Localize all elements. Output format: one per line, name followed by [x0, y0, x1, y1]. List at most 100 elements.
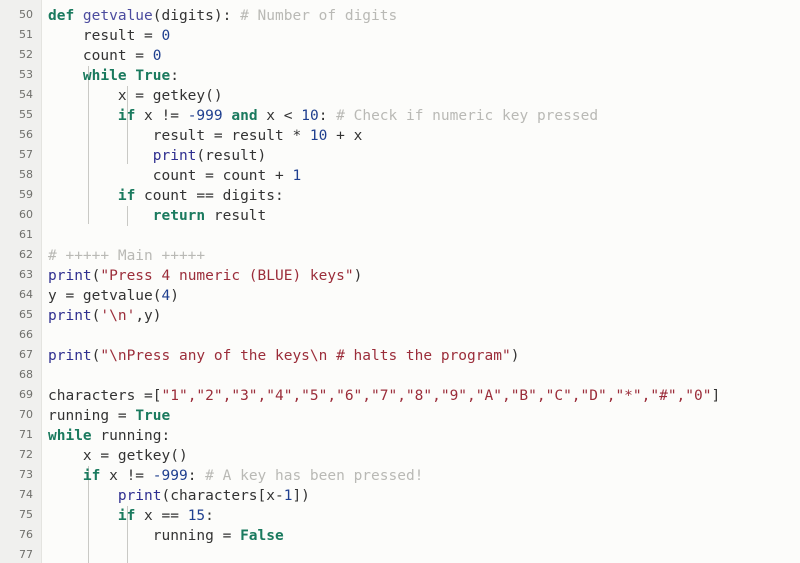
keyword-token: while	[82, 68, 127, 84]
line-content: def getvalue(digits): # Number of digits	[48, 6, 397, 26]
number-token: 10	[301, 108, 319, 124]
keyword-token: if	[82, 468, 101, 484]
line-content: if x != -999 and x < 10: # Check if nume…	[48, 106, 598, 126]
line-content: while True:	[48, 66, 179, 86]
bracket-token: ]	[711, 388, 721, 404]
plain-token: x <	[257, 108, 302, 124]
comment-token: # A key has been pressed!	[205, 468, 424, 484]
line-content: x = getkey()	[48, 446, 188, 466]
plain-token: running:	[91, 428, 171, 444]
comment-token: # Check if numeric key pressed	[336, 108, 599, 124]
plain-token: + x	[327, 128, 363, 144]
number-token: 10	[309, 128, 328, 144]
code-line[interactable]: 64 print("Press 4 numeric (BLUE) keys")	[0, 266, 800, 301]
code-line[interactable]: 61 return result	[0, 206, 800, 241]
line-content: print(result)	[48, 146, 267, 166]
code-editor[interactable]: 50 51 def getvalue(digits): # Number of …	[0, 0, 800, 563]
line-content: x = getkey()	[48, 86, 223, 106]
paren-token: )	[510, 348, 520, 364]
line-content: print("Press 4 numeric (BLUE) keys")	[48, 266, 362, 286]
plain-token: result	[205, 208, 267, 224]
string-token: "\nPress any of the keys\n # halts the p…	[100, 348, 511, 364]
indent-token	[48, 208, 153, 224]
indent-token	[48, 148, 153, 164]
code-line[interactable]: 72 while running:	[0, 426, 800, 461]
keyword-token: if	[117, 108, 136, 124]
plain-token: count == digits:	[135, 188, 284, 204]
code-line[interactable]: 74 if x != -999: # A key has been presse…	[0, 466, 800, 501]
indent-token	[48, 468, 83, 484]
line-content: count = 0	[48, 46, 162, 66]
number-token: 15	[187, 508, 206, 524]
operator-token: *	[292, 128, 302, 144]
line-content: result = result * 10 + x	[48, 126, 363, 146]
plain-token: result =	[82, 28, 162, 44]
code-line[interactable]: 77 running = False	[0, 526, 800, 561]
plain-token: :	[170, 68, 179, 84]
plain-token: :	[205, 508, 214, 524]
indent-token	[48, 508, 118, 524]
plain-token: characters =[	[48, 388, 162, 404]
plain-token: running =	[152, 528, 241, 544]
code-line[interactable]: 57 result = result * 10 + x	[0, 126, 800, 161]
plain-token: x !=	[135, 108, 188, 124]
paren-token: )	[353, 268, 363, 284]
line-content: y = getvalue(4)	[48, 286, 179, 306]
code-line[interactable]: 68 print("\nPress any of the keys\n # ha…	[0, 346, 800, 381]
code-line[interactable]: 76 if x == 15:	[0, 506, 800, 541]
function-name-token: getvalue	[74, 8, 153, 24]
plain-token: x = getkey()	[82, 448, 188, 464]
plain-token: ,y)	[135, 308, 162, 324]
number-token: -999	[187, 108, 223, 124]
code-line[interactable]: 67	[0, 326, 800, 361]
indent-token	[48, 488, 118, 504]
code-line[interactable]: 69	[0, 366, 800, 401]
line-content: result = 0	[48, 26, 170, 46]
plain-token: (characters[x-	[161, 488, 284, 504]
line-number: 77	[19, 548, 33, 561]
code-line[interactable]: 59 count = count + 1	[0, 166, 800, 201]
code-line[interactable]: 63 # +++++ Main +++++	[0, 246, 800, 281]
code-line[interactable]: 53 count = 0	[0, 46, 800, 81]
keyword-token: return	[152, 208, 206, 224]
string-list-token: "1","2","3","4","5","6","7","8","9","A",…	[161, 388, 712, 404]
code-line[interactable]: 56 if x != -999 and x < 10: # Check if n…	[0, 106, 800, 141]
builtin-token: print	[48, 308, 92, 324]
builtin-token: print	[117, 488, 162, 504]
code-line[interactable]: 52 result = 0	[0, 26, 800, 61]
code-line[interactable]: 71 running = True	[0, 406, 800, 441]
line-content: running = False	[48, 526, 284, 546]
indent-token	[48, 448, 83, 464]
plain-token: :	[318, 108, 337, 124]
number-token: 0	[152, 48, 162, 64]
plain-token: x !=	[100, 468, 153, 484]
number-token: -999	[152, 468, 188, 484]
code-line[interactable]: 51 def getvalue(digits): # Number of dig…	[0, 6, 800, 41]
code-line[interactable]: 73 x = getkey()	[0, 446, 800, 481]
keyword-token: True	[135, 408, 171, 424]
keyword-token: def	[48, 8, 75, 24]
code-line[interactable]: 70 characters =["1","2","3","4","5","6",…	[0, 386, 800, 421]
indent-token	[48, 48, 83, 64]
code-content[interactable]: 50 51 def getvalue(digits): # Number of …	[0, 0, 800, 563]
keyword-token: and	[231, 108, 258, 124]
code-line[interactable]: 60 if count == digits:	[0, 186, 800, 221]
code-line[interactable]: 58 print(result)	[0, 146, 800, 181]
plain-token: (digits):	[152, 8, 241, 24]
code-line[interactable]: 66 print('\n',y)	[0, 306, 800, 341]
line-content: while running:	[48, 426, 170, 446]
plain-token: :	[187, 468, 206, 484]
code-line[interactable]: 65 y = getvalue(4)	[0, 286, 800, 321]
line-content: characters =["1","2","3","4","5","6","7"…	[48, 386, 720, 406]
line-content: print(characters[x-1])	[48, 486, 310, 506]
code-line[interactable]: 54 while True:	[0, 66, 800, 101]
line-content: return result	[48, 206, 267, 226]
plain-token: x ==	[135, 508, 188, 524]
code-line[interactable]: 55 x = getkey()	[0, 86, 800, 121]
line-content: count = count + 1	[48, 166, 301, 186]
code-line[interactable]: 62	[0, 226, 800, 261]
keyword-token: if	[117, 188, 136, 204]
code-line[interactable]: 75 print(characters[x-1])	[0, 486, 800, 521]
